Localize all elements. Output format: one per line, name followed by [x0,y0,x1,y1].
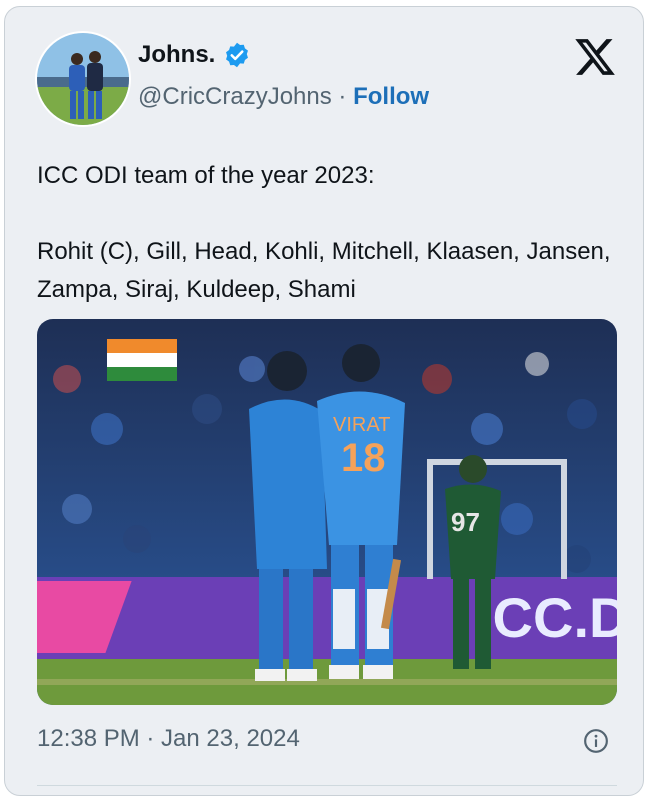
verified-badge-icon [226,42,249,68]
jersey-number: 18 [341,436,386,480]
tweet-timestamp[interactable]: 12:38 PM · Jan 23, 2024 [37,725,300,753]
tweet-card[interactable]: Johns. @CricCrazyJohns · Follow ICC ODI … [4,6,644,796]
author-handle[interactable]: @CricCrazyJohns [138,83,332,110]
handle-separator: · [338,83,347,110]
fielder-number: 97 [451,507,480,537]
author-handle-row: @CricCrazyJohns · Follow [138,83,429,111]
info-icon[interactable] [583,728,609,754]
board-text: ICC.DR [477,586,617,649]
x-logo-icon[interactable] [573,35,617,79]
author-name-row: Johns. [138,41,251,69]
author-name[interactable]: Johns. [138,41,215,69]
tweet-photo[interactable]: ICC.DR [37,319,617,705]
footer-divider [37,785,617,786]
follow-button[interactable]: Follow [353,83,429,110]
tweet-text: ICC ODI team of the year 2023: Rohit (C)… [37,162,611,303]
jersey-name: VIRAT [333,414,390,436]
author-avatar[interactable] [35,31,131,127]
